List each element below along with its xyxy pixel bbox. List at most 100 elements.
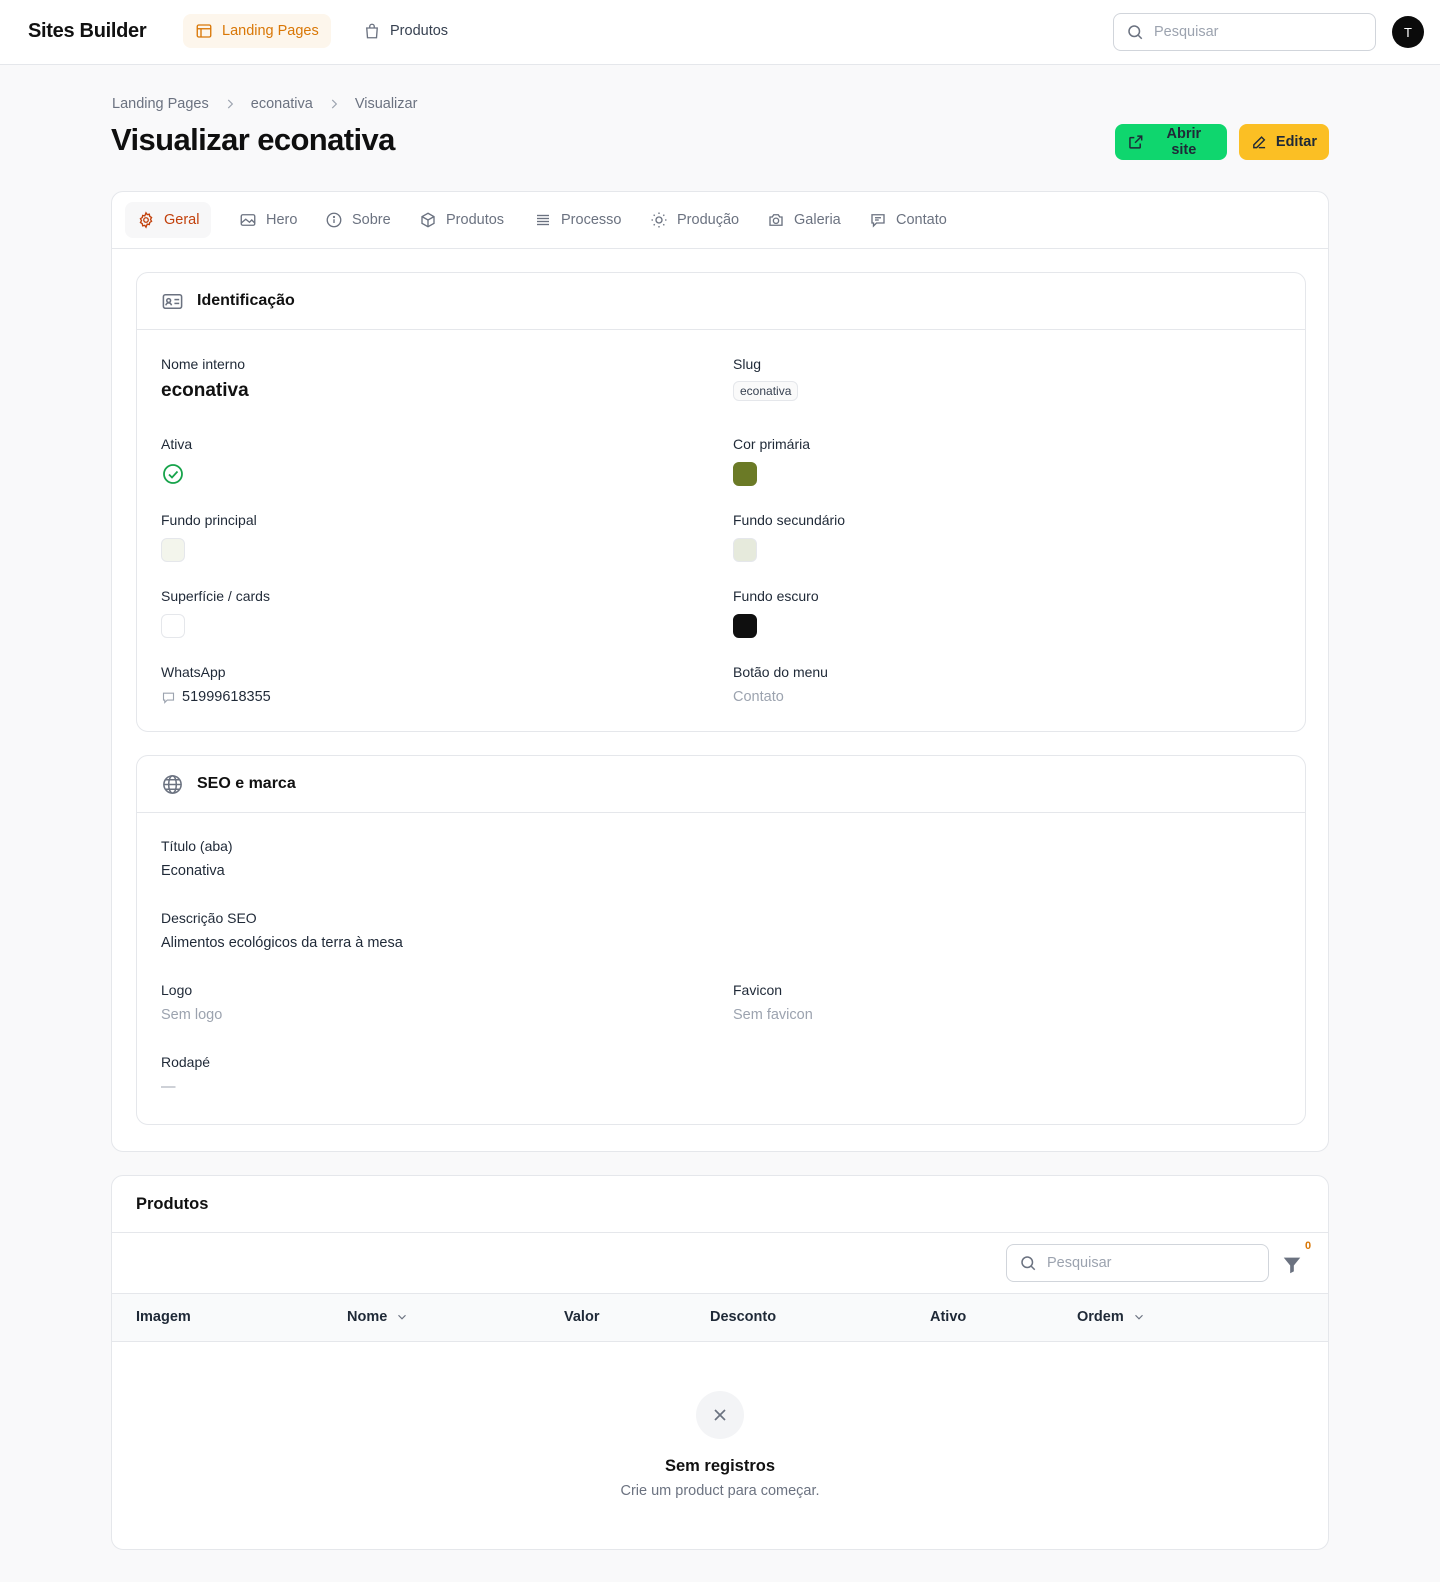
field-fundo-principal: Fundo principal (161, 512, 257, 562)
field-value-row: 51999618355 (161, 689, 271, 705)
column-label: Valor (564, 1309, 600, 1325)
empty-state-icon (696, 1391, 744, 1439)
tab-bar: Geral Hero Sobre Produtos Processo Produ… (112, 192, 1328, 249)
shopping-bag-icon (366, 23, 378, 39)
color-swatch (161, 538, 185, 562)
column-label: Ativo (930, 1309, 967, 1325)
info-icon (326, 212, 342, 228)
field-value: Sem logo (161, 1007, 223, 1023)
edit-button[interactable]: Editar (1239, 124, 1329, 160)
field-cor-primaria: Cor primária (733, 436, 810, 486)
breadcrumb-landing-pages[interactable]: Landing Pages (112, 96, 209, 112)
landing-page-details: Geral Hero Sobre Produtos Processo Produ… (111, 191, 1329, 1152)
global-search-input[interactable] (1154, 24, 1354, 40)
color-swatch (733, 538, 757, 562)
column-nome[interactable]: Nome (347, 1309, 409, 1325)
whatsapp-number: 51999618355 (182, 689, 271, 705)
open-site-button[interactable]: Abrir site (1115, 124, 1227, 160)
global-search[interactable] (1113, 13, 1376, 51)
user-avatar[interactable]: T (1392, 16, 1424, 48)
section-title: Identificação (197, 292, 295, 309)
check-circle-icon (163, 464, 183, 484)
nav-produtos[interactable]: Produtos (351, 14, 460, 48)
breadcrumb-econativa[interactable]: econativa (251, 96, 313, 112)
tab-sobre-label: Sobre (352, 212, 391, 228)
table-search[interactable] (1006, 1244, 1269, 1282)
section-seo: SEO e marca Título (aba) Econativa Descr… (136, 755, 1306, 1125)
produtos-table-card: Produtos 0 Imagem Nome Valor Desconto At… (111, 1175, 1329, 1550)
nav-landing-pages[interactable]: Landing Pages (183, 14, 331, 48)
field-descricao-seo: Descrição SEO Alimentos ecológicos da te… (161, 910, 403, 951)
filter-icon[interactable] (1281, 1254, 1303, 1276)
open-site-label: Abrir site (1166, 126, 1202, 158)
table-header: Imagem Nome Valor Desconto Ativo Ordem (112, 1293, 1328, 1342)
close-icon (714, 1409, 726, 1421)
field-label: Botão do menu (733, 664, 828, 680)
column-label: Desconto (710, 1309, 777, 1325)
tab-hero-label: Hero (266, 212, 298, 228)
sun-icon (651, 212, 667, 228)
edit-icon (1253, 136, 1266, 149)
browser-window-icon (196, 24, 212, 38)
column-valor: Valor (564, 1309, 599, 1325)
field-label: Favicon (733, 982, 783, 998)
filter-count-badge: 0 (1305, 1240, 1312, 1252)
column-imagem: Imagem (136, 1309, 191, 1325)
column-ordem[interactable]: Ordem (1077, 1309, 1146, 1325)
empty-state-title: Sem registros (664, 1457, 776, 1475)
color-swatch (733, 614, 757, 638)
field-label: Superfície / cards (161, 588, 270, 604)
field-label: Rodapé (161, 1054, 211, 1070)
nav-produtos-label: Produtos (390, 23, 449, 39)
field-label: Fundo secundário (733, 512, 846, 528)
search-icon (1128, 25, 1143, 40)
external-link-icon (1129, 135, 1143, 149)
column-ativo: Ativo (930, 1309, 966, 1325)
top-navbar: Sites Builder Landing Pages Produtos T (0, 0, 1440, 65)
color-swatch (733, 462, 757, 486)
tab-sobre[interactable]: Sobre (313, 202, 403, 238)
field-rodape: Rodapé — (161, 1054, 210, 1095)
field-label: Fundo principal (161, 512, 257, 528)
field-label: Ativa (161, 436, 193, 452)
tab-produtos[interactable]: Produtos (407, 202, 516, 238)
tab-producao[interactable]: Produção (638, 202, 751, 238)
field-fundo-secundario: Fundo secundário (733, 512, 845, 562)
chevron-right-icon (227, 99, 233, 109)
tab-contato[interactable]: Contato (857, 202, 959, 238)
column-label: Imagem (136, 1309, 191, 1325)
image-icon (240, 214, 256, 226)
tab-processo[interactable]: Processo (522, 202, 633, 238)
tab-processo-label: Processo (561, 212, 622, 228)
chat-icon (871, 214, 885, 228)
field-botao-menu: Botão do menu Contato (733, 664, 828, 705)
field-fundo-escuro: Fundo escuro (733, 588, 819, 638)
tab-galeria-label: Galeria (794, 212, 841, 228)
field-nome-interno: Nome interno econativa (161, 356, 249, 402)
tab-galeria[interactable]: Galeria (755, 202, 853, 238)
field-slug: Slug econativa (733, 356, 799, 401)
field-favicon: Favicon Sem favicon (733, 982, 813, 1023)
field-label: Título (aba) (161, 838, 233, 854)
field-ativa: Ativa (161, 436, 192, 489)
field-whatsapp: WhatsApp 51999618355 (161, 664, 271, 705)
tab-geral-label: Geral (164, 212, 200, 228)
tab-contato-label: Contato (896, 212, 947, 228)
field-superficie: Superfície / cards (161, 588, 270, 638)
field-value: econativa (161, 380, 249, 401)
field-label: Logo (161, 982, 193, 998)
brand-logo[interactable]: Sites Builder (28, 20, 147, 43)
camera-icon (769, 214, 783, 226)
slug-badge: econativa (733, 381, 799, 401)
column-label: Ordem (1077, 1309, 1124, 1325)
globe-icon (163, 774, 182, 794)
gear-icon (139, 211, 153, 229)
tab-hero[interactable]: Hero (227, 202, 309, 238)
field-value: Econativa (161, 863, 225, 879)
tab-geral[interactable]: Geral (125, 202, 212, 238)
section-title: SEO e marca (197, 775, 296, 792)
field-value: Contato (733, 689, 784, 705)
table-search-input[interactable] (1047, 1255, 1247, 1271)
field-value: Alimentos ecológicos da terra à mesa (161, 935, 403, 951)
edit-label: Editar (1275, 134, 1317, 150)
